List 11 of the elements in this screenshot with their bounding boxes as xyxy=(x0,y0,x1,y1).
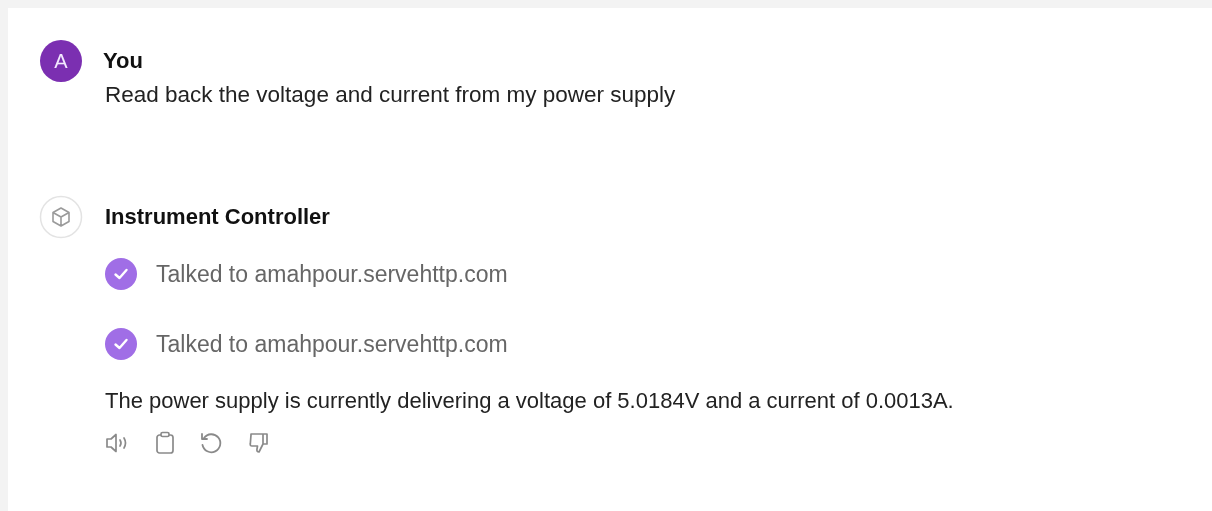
cube-icon xyxy=(39,195,83,239)
assistant-name: Instrument Controller xyxy=(105,204,330,230)
step-text: Talked to amahpour.servehttp.com xyxy=(156,260,508,288)
assistant-response: The power supply is currently delivering a voltage of 5.0184V and a current of 0.0013A. xyxy=(105,387,955,415)
clipboard-icon[interactable] xyxy=(155,431,175,455)
thumbs-down-icon[interactable] xyxy=(247,431,271,455)
user-name: You xyxy=(103,48,143,74)
step-text: Talked to amahpour.servehttp.com xyxy=(156,330,508,358)
regenerate-icon[interactable] xyxy=(199,431,223,455)
user-avatar: A xyxy=(40,40,82,82)
user-message: Read back the voltage and current from my power supply xyxy=(105,81,677,109)
